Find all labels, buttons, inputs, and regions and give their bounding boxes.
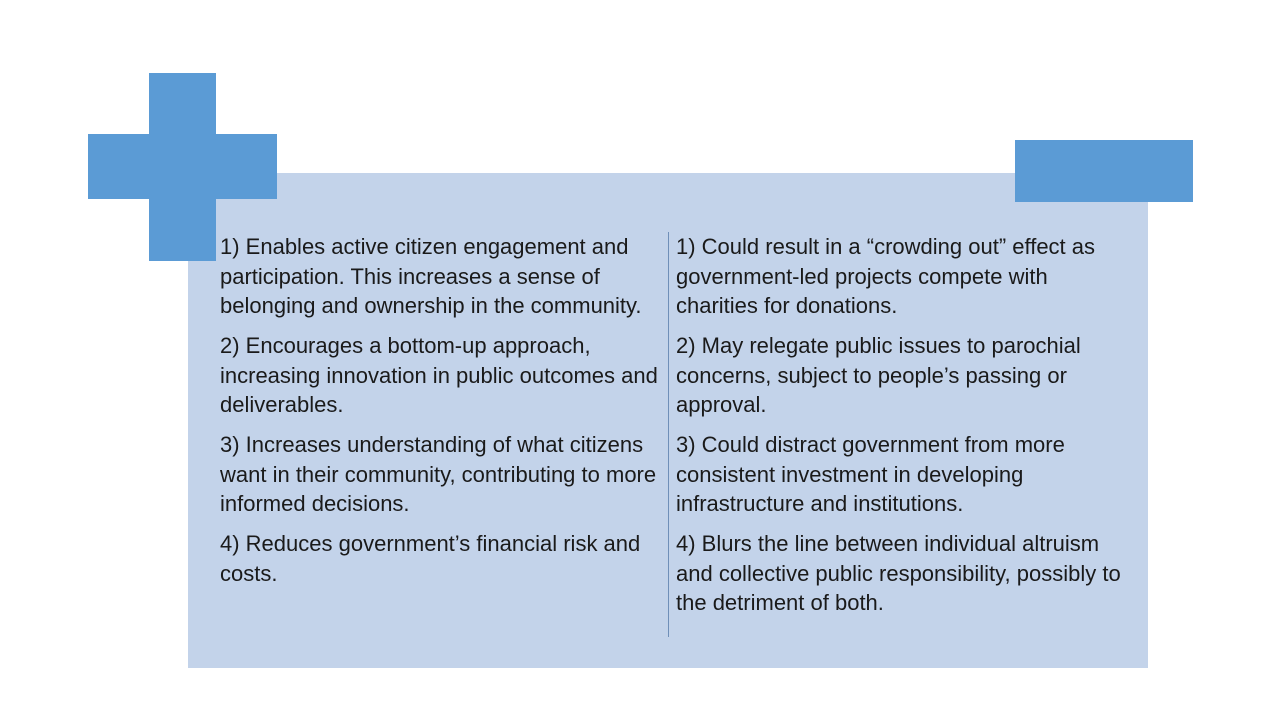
disadvantage-item-4: 4) Blurs the line between individual alt… (676, 531, 1121, 615)
plus-icon-horizontal-bar (88, 134, 277, 199)
minus-icon (1015, 140, 1193, 202)
advantages-list: 1) Enables active citizen engagement and… (220, 232, 660, 599)
advantage-item-4: 4) Reduces government’s financial risk a… (220, 531, 641, 586)
slide: 1) Enables active citizen engagement and… (0, 0, 1280, 720)
disadvantage-item-3: 3) Could distract government from more c… (676, 432, 1065, 516)
disadvantage-item-2: 2) May relegate public issues to parochi… (676, 333, 1081, 417)
column-divider (668, 232, 669, 637)
disadvantages-list: 1) Could result in a “crowding out” effe… (676, 232, 1126, 628)
disadvantage-item-1: 1) Could result in a “crowding out” effe… (676, 234, 1096, 318)
advantage-item-3: 3) Increases understanding of what citiz… (220, 432, 657, 516)
advantage-item-2: 2) Encourages a bottom-up approach, incr… (220, 333, 658, 417)
advantage-item-1: 1) Enables active citizen engagement and… (220, 234, 642, 318)
